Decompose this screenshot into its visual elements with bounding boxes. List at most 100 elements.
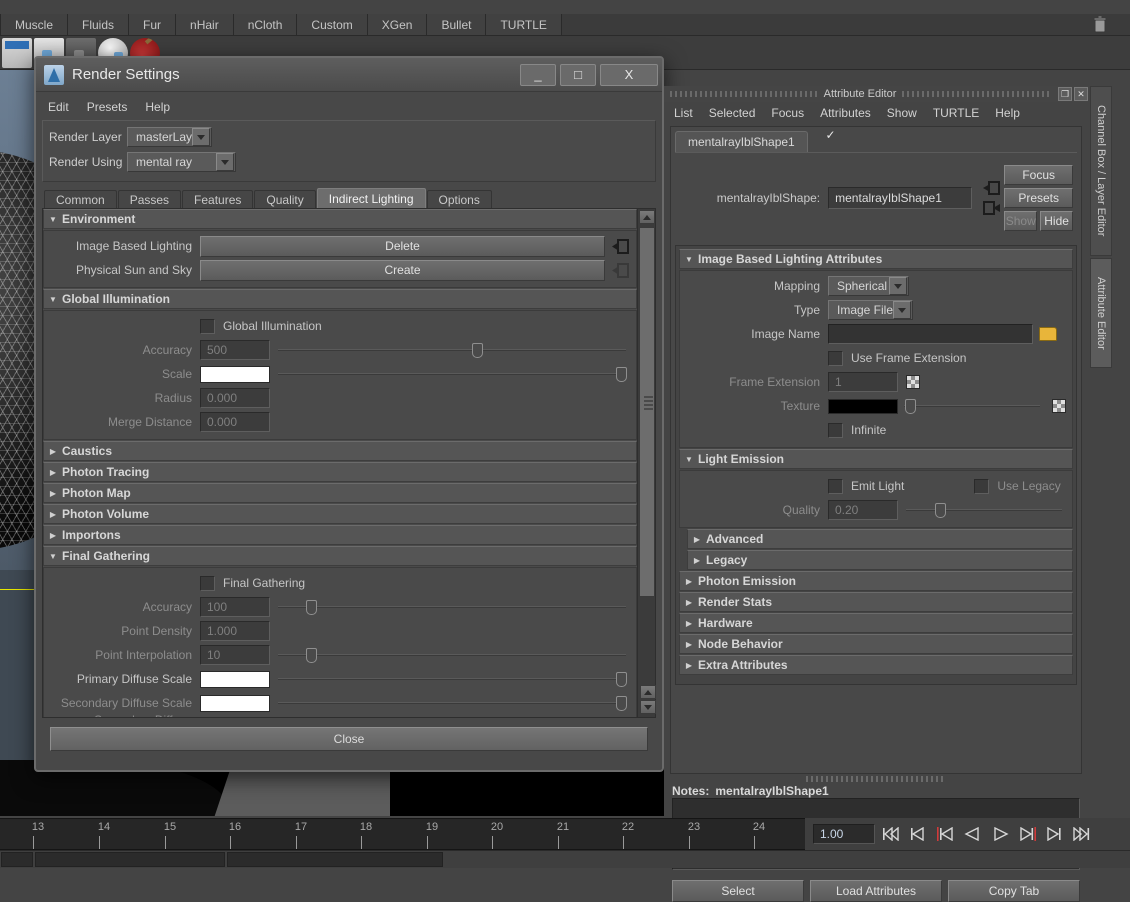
section-header-final-gathering[interactable]: ▼ Final Gathering (43, 546, 637, 566)
render-settings-titlebar[interactable]: Render Settings _ □ X (36, 58, 662, 92)
render-settings-menubar[interactable]: Edit Presets Help (42, 96, 656, 120)
close-window-button[interactable]: X (600, 63, 658, 86)
shelf-tab-custom[interactable]: Custom (297, 14, 368, 35)
tab-common[interactable]: Common (44, 190, 117, 208)
menu-help[interactable]: Help (995, 106, 1020, 120)
close-icon[interactable]: ✕ (1074, 87, 1089, 101)
menu-edit[interactable]: Edit (48, 100, 69, 114)
tab-quality[interactable]: Quality (254, 190, 316, 208)
shelf-tab-fur[interactable]: Fur (129, 14, 177, 35)
tab-indirect-lighting[interactable]: Indirect Lighting (316, 188, 426, 208)
fg-point-interpolation-slider[interactable] (278, 645, 630, 665)
mapping-dropdown[interactable]: Spherical (828, 276, 909, 296)
shelf-tab-turtle[interactable]: TURTLE (486, 14, 562, 35)
section-header-photon-tracing[interactable]: ▶ Photon Tracing (43, 462, 637, 482)
infinite-checkbox[interactable]: ✓ (825, 129, 843, 438)
trash-icon[interactable] (1092, 16, 1108, 34)
load-attributes-button[interactable]: Load Attributes (810, 880, 942, 902)
render-view-icon[interactable] (2, 37, 32, 68)
folder-icon[interactable] (1039, 327, 1057, 341)
section-header-hardware[interactable]: ▶ Hardware (679, 613, 1073, 633)
section-header-photon-emission[interactable]: ▶ Photon Emission (679, 571, 1073, 591)
gi-merge-distance-input[interactable]: 0.000 (200, 412, 270, 432)
scrollbar-thumb[interactable] (639, 227, 655, 597)
menu-turtle[interactable]: TURTLE (933, 106, 979, 120)
texture-color-swatch[interactable] (828, 398, 898, 414)
attribute-editor-node-tabs[interactable]: mentalrayIblShape1 (675, 131, 1077, 153)
vtab-channel-box-layer-editor[interactable]: Channel Box / Layer Editor (1090, 86, 1112, 256)
input-connection-icon[interactable] (983, 181, 1001, 195)
undock-icon[interactable]: ❐ (1058, 87, 1073, 101)
gi-scale-slider[interactable] (278, 364, 630, 384)
fg-secondary-diffuse-color-swatch[interactable] (200, 694, 270, 712)
node-name-input[interactable]: mentalrayIblShape1 (828, 187, 972, 209)
texture-slider[interactable] (904, 396, 1044, 416)
fg-point-density-input[interactable]: 1.000 (200, 621, 270, 641)
focus-button[interactable]: Focus (1004, 165, 1073, 185)
drag-handle-left[interactable] (670, 91, 818, 97)
menu-presets[interactable]: Presets (87, 100, 128, 114)
input-connection-icon[interactable] (611, 237, 630, 256)
texture-map-icon[interactable] (1052, 399, 1066, 413)
output-connection-icon[interactable] (983, 201, 1001, 215)
menu-show[interactable]: Show (887, 106, 917, 120)
menu-help[interactable]: Help (145, 100, 170, 114)
right-panel-tabs[interactable]: Channel Box / Layer Editor Attribute Edi… (1090, 86, 1112, 506)
section-header-light-emission[interactable]: ▼ Light Emission (679, 449, 1073, 469)
section-header-extra-attributes[interactable]: ▶ Extra Attributes (679, 655, 1073, 675)
section-header-ibl-attributes[interactable]: ▼ Image Based Lighting Attributes (679, 249, 1073, 269)
step-back-keyframe-icon[interactable] (908, 824, 929, 844)
chevron-down-icon[interactable] (893, 301, 911, 319)
texture-map-icon[interactable] (906, 375, 920, 389)
step-forward-keyframe-icon[interactable] (1043, 824, 1064, 844)
drag-handle-right[interactable] (902, 91, 1051, 97)
scroll-up-button[interactable] (639, 210, 655, 224)
scroll-down-button[interactable] (640, 700, 656, 714)
notes-drag-handle[interactable] (664, 774, 1088, 784)
play-forwards-icon[interactable] (989, 824, 1010, 844)
tab-passes[interactable]: Passes (117, 190, 182, 208)
render-layer-dropdown[interactable]: masterLayer (127, 127, 212, 147)
menu-list[interactable]: List (674, 106, 693, 120)
maximize-button[interactable]: □ (560, 63, 596, 86)
shelf-tab-ncloth[interactable]: nCloth (233, 14, 298, 35)
hide-button[interactable]: Hide (1040, 211, 1073, 231)
current-time-field[interactable]: 1.00 (813, 824, 875, 844)
chevron-down-icon[interactable] (192, 128, 210, 146)
final-gathering-checkbox[interactable] (200, 575, 215, 591)
fg-accuracy-slider[interactable] (278, 597, 630, 617)
gi-accuracy-slider[interactable] (278, 340, 630, 360)
fg-secondary-diffuse-slider[interactable] (278, 693, 630, 713)
fg-primary-diffuse-color-swatch[interactable] (200, 670, 270, 688)
chevron-down-icon[interactable] (889, 277, 907, 295)
section-header-photon-map[interactable]: ▶ Photon Map (43, 483, 637, 503)
render-settings-window[interactable]: Render Settings _ □ X Edit Presets Help … (34, 56, 664, 772)
menu-selected[interactable]: Selected (709, 106, 756, 120)
render-using-dropdown[interactable]: mental ray (127, 152, 236, 172)
attribute-editor-titlebar[interactable]: Attribute Editor ❐ ✕ (664, 86, 1089, 102)
use-frame-extension-checkbox[interactable] (828, 350, 843, 366)
gi-radius-input[interactable]: 0.000 (200, 388, 270, 408)
fg-primary-diffuse-slider[interactable] (278, 669, 630, 689)
emit-light-checkbox[interactable] (828, 478, 843, 494)
sun-sky-create-button[interactable]: Create (200, 259, 605, 281)
ibl-delete-button[interactable]: Delete (200, 235, 605, 257)
step-back-frame-icon[interactable] (935, 824, 956, 844)
gi-accuracy-input[interactable]: 500 (200, 340, 270, 360)
section-header-legacy[interactable]: ▶ Legacy (687, 550, 1073, 570)
section-header-global-illumination[interactable]: ▼ Global Illumination (43, 289, 637, 309)
image-name-input[interactable] (828, 324, 1033, 344)
timeline-slider[interactable]: 13 14 15 16 17 18 19 20 21 22 23 24 (0, 818, 805, 850)
go-to-end-icon[interactable] (1070, 824, 1091, 844)
frame-extension-input[interactable]: 1 (828, 372, 898, 392)
use-legacy-checkbox[interactable] (974, 478, 990, 494)
render-settings-tabs[interactable]: Common Passes Features Quality Indirect … (42, 188, 656, 208)
select-button[interactable]: Select (672, 880, 804, 902)
presets-button[interactable]: Presets (1004, 188, 1073, 208)
quality-input[interactable]: 0.20 (828, 500, 898, 520)
go-to-start-icon[interactable] (881, 824, 902, 844)
minimize-button[interactable]: _ (520, 63, 556, 86)
menu-attributes[interactable]: Attributes (820, 106, 871, 120)
type-dropdown[interactable]: Image File (828, 300, 913, 320)
node-tab-mentalrayiblshape1[interactable]: mentalrayIblShape1 (675, 131, 808, 152)
